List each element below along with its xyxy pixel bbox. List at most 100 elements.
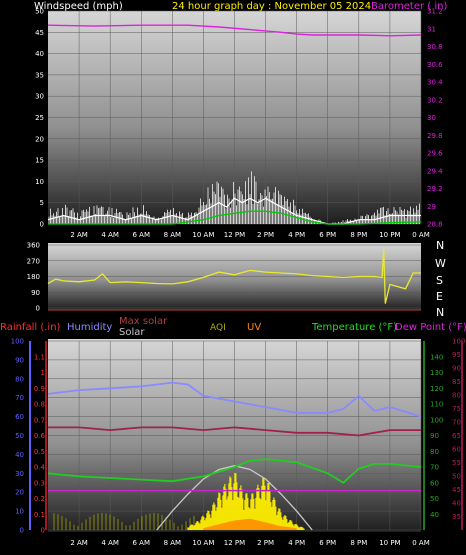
- weather-x-tick-label: 12 PM: [224, 539, 245, 547]
- humidity-tick-label: 30: [15, 470, 24, 478]
- wind-axis-title: Windspeed (mph): [34, 1, 123, 12]
- humidity-tick-label: 60: [15, 413, 24, 421]
- wind-x-tick-label: 8 PM: [350, 231, 367, 239]
- rainfall-tick-label: 0.3: [34, 479, 45, 487]
- barometer-tick-label: 30.2: [427, 96, 443, 104]
- humidity-tick-label: 70: [15, 394, 24, 402]
- dew-point-tick-label: 75: [452, 405, 461, 413]
- dew-point-tick-label: 50: [452, 473, 461, 481]
- barometer-tick-label: 28.8: [427, 221, 443, 229]
- wind-x-tick-label: 6 AM: [132, 231, 150, 239]
- barometer-tick-label: 29.6: [427, 150, 443, 158]
- weather-x-tick-label: 6 AM: [132, 539, 150, 547]
- rainfall-tick-label: 0.4: [34, 464, 46, 472]
- rainfall-tick-label: 0: [41, 527, 45, 535]
- wind-tick-label: 45: [35, 29, 44, 37]
- wind-tick-label: 35: [35, 71, 44, 79]
- temperature-tick-label: 90: [430, 432, 439, 440]
- wind-x-tick-label: 2 AM: [70, 231, 88, 239]
- direction-tick-label: 180: [27, 273, 40, 281]
- barometer-tick-label: 29: [427, 203, 436, 211]
- temperature-tick-label: 80: [430, 448, 439, 456]
- dew-point-tick-label: 95: [452, 351, 461, 359]
- dew-point-tick-label: 65: [452, 432, 461, 440]
- dew-point-tick-label: 55: [452, 459, 461, 467]
- compass-n-top: N: [436, 239, 444, 252]
- rainfall-tick-label: 0.8: [34, 401, 45, 409]
- wind-x-tick-label: 10 PM: [379, 231, 400, 239]
- wind-tick-label: 5: [40, 199, 44, 207]
- direction-tick-label: 360: [27, 242, 40, 250]
- humidity-tick-label: 10: [15, 508, 24, 516]
- humidity-tick-label: 20: [15, 489, 24, 497]
- wind-x-tick-label: 12 PM: [224, 231, 245, 239]
- rainfall-tick-label: 0.6: [34, 432, 46, 440]
- wind-tick-label: 20: [35, 135, 44, 143]
- wind-tick-label: 15: [35, 157, 44, 165]
- wind-x-tick-label: 4 PM: [288, 231, 305, 239]
- rainfall-tick-label: 0.1: [34, 511, 45, 519]
- dew-point-tick-label: 85: [452, 378, 461, 386]
- wind-tick-label: 25: [35, 114, 44, 122]
- weather-x-tick-label: 0 AM: [412, 539, 430, 547]
- weather-x-tick-label: 8 PM: [350, 539, 367, 547]
- humidity-tick-label: 0: [20, 527, 24, 535]
- barometer-tick-label: 30.6: [427, 61, 443, 69]
- temperature-tick-label: 130: [430, 369, 443, 377]
- wind-x-tick-label: 10 AM: [192, 231, 214, 239]
- humidity-tick-label: 100: [11, 338, 24, 346]
- dew-point-tick-label: 70: [452, 419, 461, 427]
- wind-tick-label: 40: [35, 50, 44, 58]
- wind-x-tick-label: 8 AM: [164, 231, 182, 239]
- legend-dew-point: Dew Point (°F): [395, 322, 466, 333]
- legend-humidity: Humidity: [67, 322, 112, 333]
- compass-w: W: [435, 257, 446, 270]
- weather-x-tick-label: 4 PM: [288, 539, 305, 547]
- weather-x-tick-label: 10 AM: [192, 539, 214, 547]
- wind-x-tick-label: 0 AM: [412, 231, 430, 239]
- humidity-tick-label: 90: [15, 356, 24, 364]
- legend-max-solar: Max solar: [119, 316, 168, 327]
- dew-point-tick-label: 45: [452, 486, 461, 494]
- legend-uv: UV: [247, 322, 261, 333]
- temperature-tick-label: 110: [430, 401, 443, 409]
- wind-x-tick-label: 6 PM: [319, 231, 336, 239]
- wind-x-tick-label: 2 PM: [257, 231, 274, 239]
- rainfall-tick-label: 0.9: [34, 385, 45, 393]
- barometer-tick-label: 30: [427, 114, 436, 122]
- rainfall-tick-label: 1.1: [34, 353, 45, 361]
- temperature-tick-label: 40: [430, 511, 439, 519]
- legend-aqi: AQI: [210, 323, 226, 333]
- weather-x-tick-label: 2 AM: [70, 539, 88, 547]
- temperature-tick-label: 50: [430, 495, 439, 503]
- barometer-tick-label: 30.4: [427, 79, 443, 87]
- barometer-tick-label: 29.2: [427, 185, 443, 193]
- direction-tick-label: 270: [27, 257, 40, 265]
- barometer-tick-label: 29.8: [427, 132, 443, 140]
- weather-x-tick-label: 10 PM: [379, 539, 400, 547]
- compass-e: E: [436, 290, 443, 303]
- humidity-tick-label: 40: [15, 451, 24, 459]
- rainfall-tick-label: 0.7: [34, 416, 45, 424]
- dew-point-tick-label: 100: [452, 338, 465, 346]
- weather-x-tick-label: 4 AM: [101, 539, 119, 547]
- dew-point-tick-label: 90: [452, 365, 461, 373]
- temperature-tick-label: 100: [430, 416, 443, 424]
- weather-x-tick-label: 2 PM: [257, 539, 274, 547]
- rainfall-tick-label: 1: [41, 369, 45, 377]
- barometer-tick-label: 29.4: [427, 167, 443, 175]
- dew-point-tick-label: 40: [452, 500, 461, 508]
- rainfall-tick-label: 0.2: [34, 495, 45, 503]
- wind-tick-label: 50: [35, 8, 44, 16]
- temperature-tick-label: 120: [430, 385, 443, 393]
- rainfall-tick-label: 0.5: [34, 448, 45, 456]
- dew-point-tick-label: 80: [452, 392, 461, 400]
- dew-point-tick-label: 60: [452, 446, 461, 454]
- legend-temperature: Temperature (°F): [311, 322, 397, 333]
- dew-point-tick-label: 35: [452, 513, 461, 521]
- direction-tick-label: 90: [31, 289, 40, 297]
- temperature-tick-label: 70: [430, 464, 439, 472]
- chart-title: 24 hour graph day : November 05 2024: [172, 1, 371, 12]
- humidity-tick-label: 80: [15, 375, 24, 383]
- compass-n-bottom: N: [436, 306, 444, 319]
